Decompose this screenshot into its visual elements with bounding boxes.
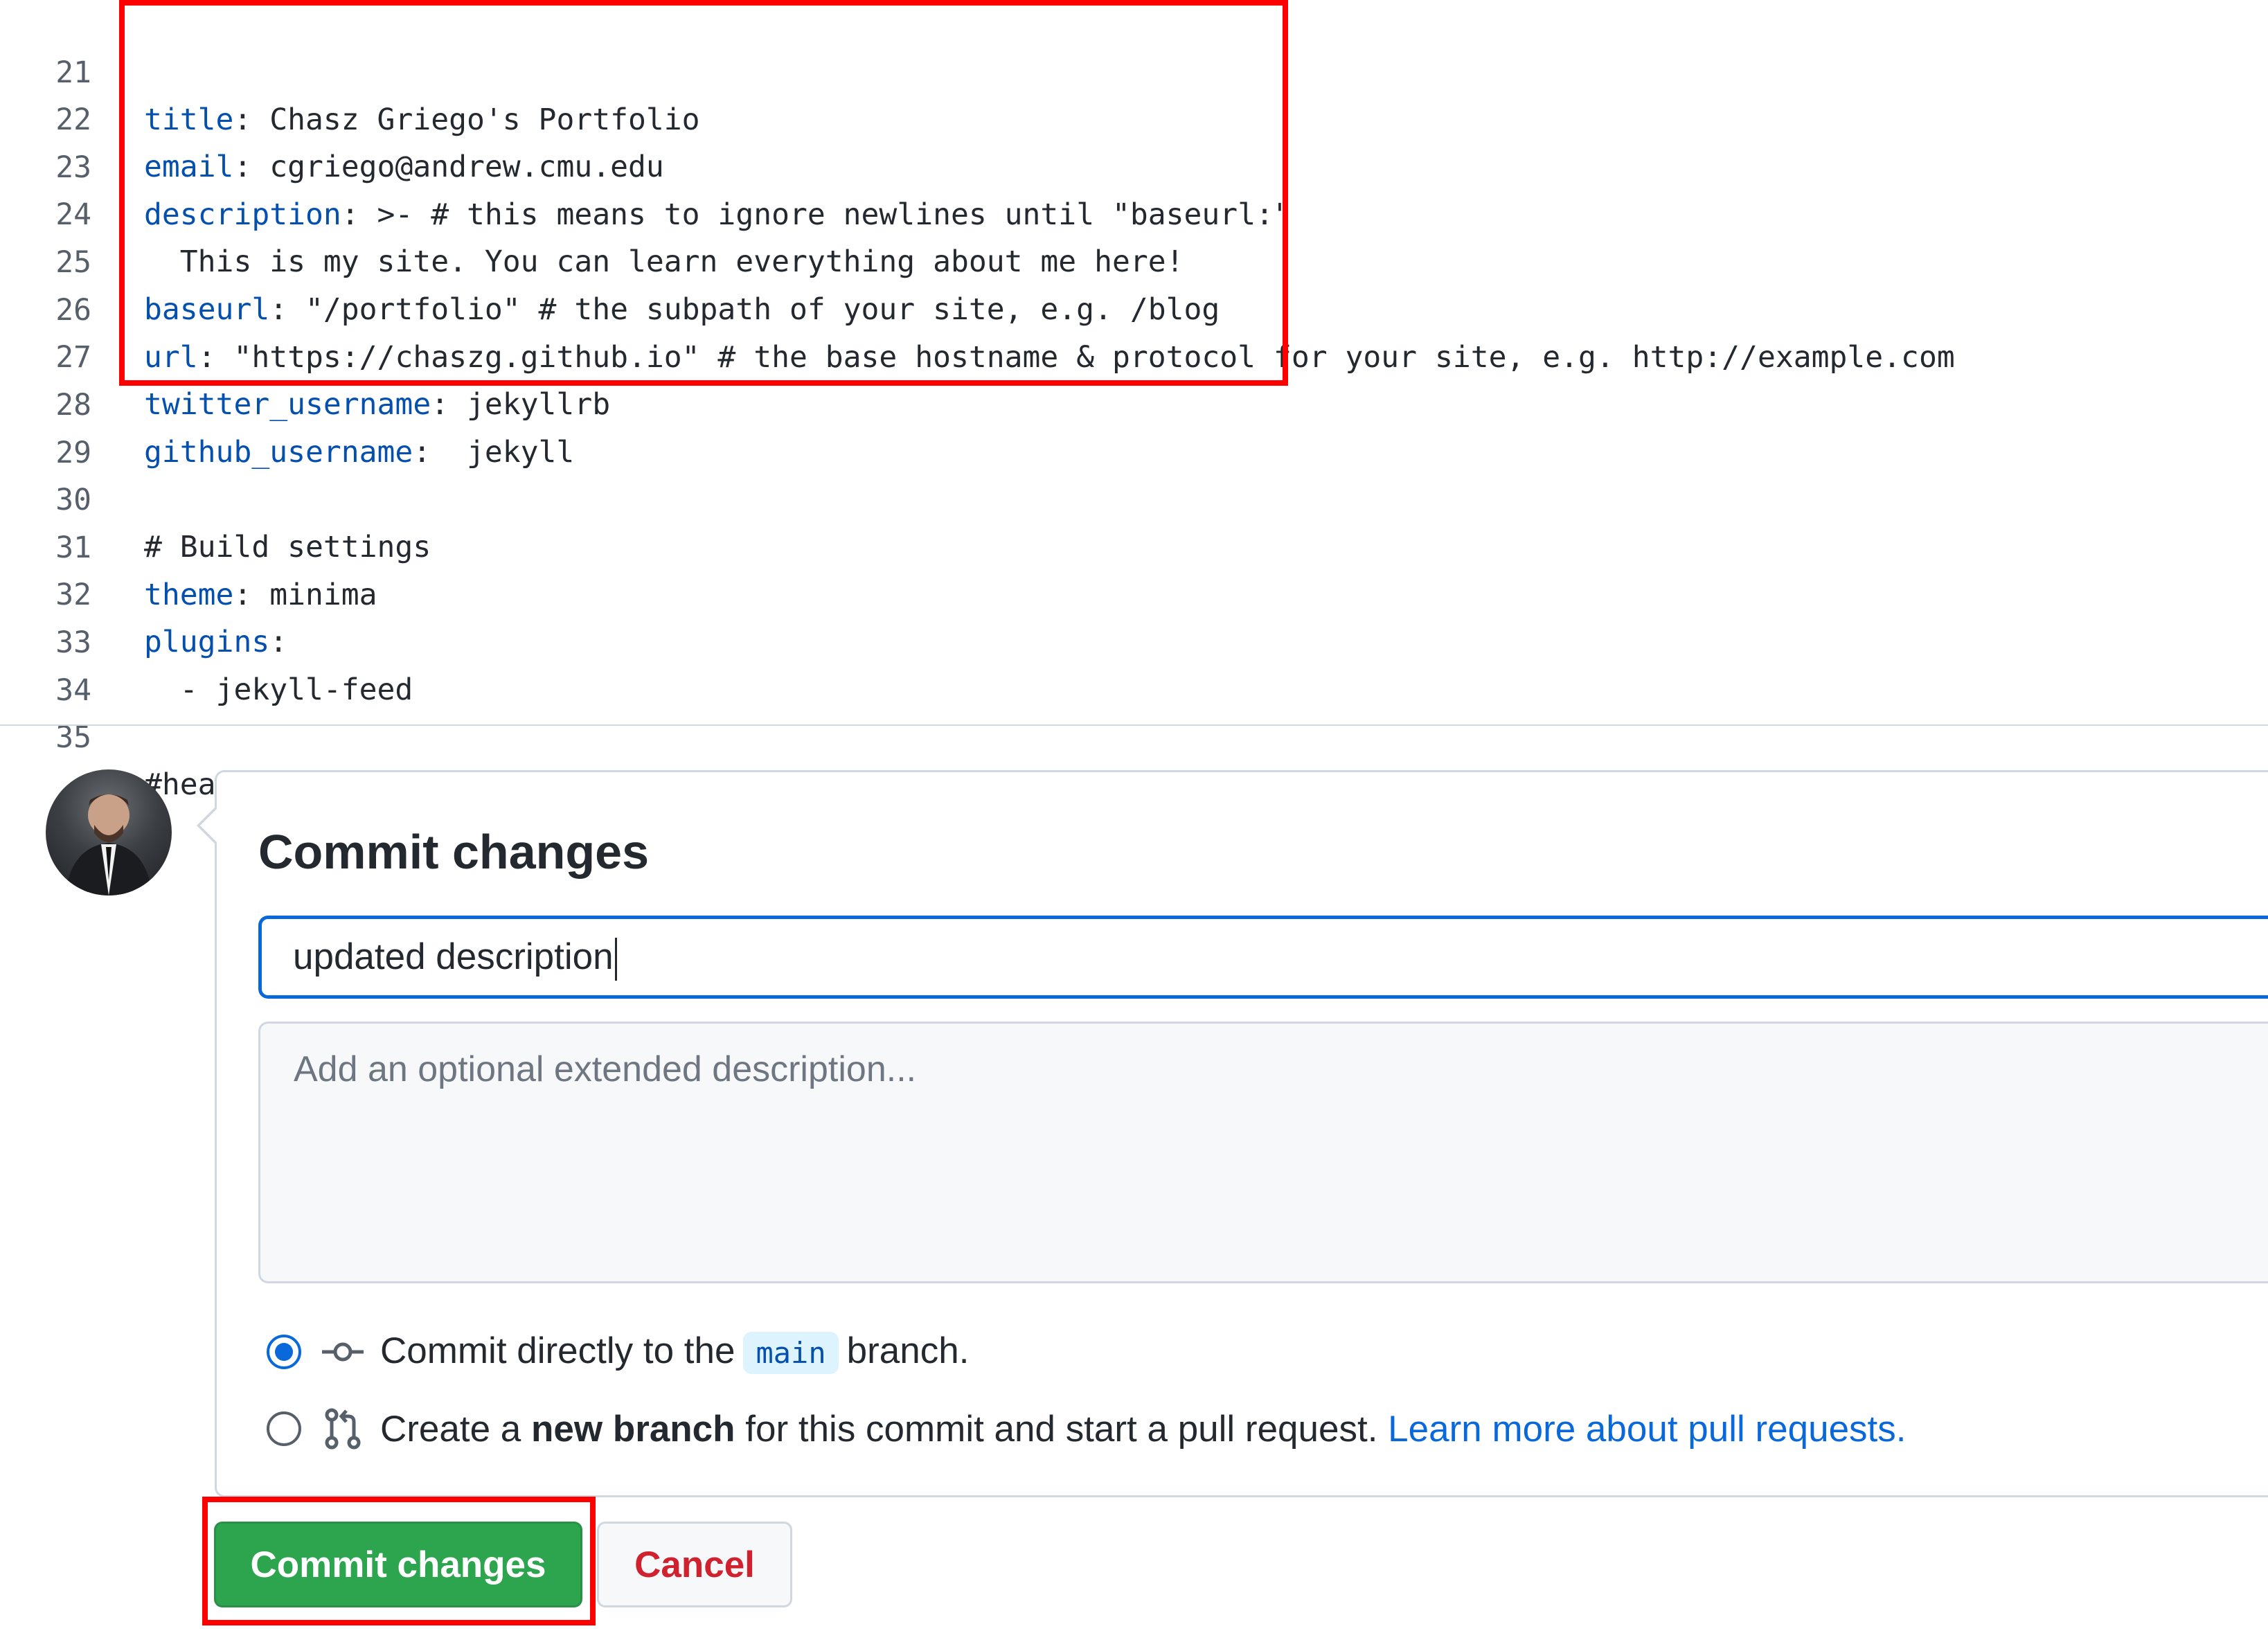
code-line: 27 twitter_username: jekyllrb [0,287,2268,422]
code-line: 35 #header_pages: [0,667,2268,802]
commit-summary-input[interactable]: updated description [258,916,2268,999]
code-viewer-divider [0,724,2268,726]
commit-panel-title: Commit changes [258,825,649,879]
user-avatar [46,769,172,895]
code-line: 25 baseurl: "/portfolio" # the subpath o… [0,192,2268,327]
commit-changes-button[interactable]: Commit changes [214,1522,582,1607]
cancel-button[interactable]: Cancel [597,1522,792,1607]
new-branch-option[interactable]: Create a new branch for this commit and … [267,1401,1907,1456]
commit-direct-option[interactable]: Commit directly to the main branch. [267,1324,969,1380]
code-line: 24 This is my site. You can learn everyt… [0,144,2268,279]
panel-pointer-inner [200,809,217,842]
new-branch-radio[interactable] [267,1411,301,1446]
code-line: 23 description: >- # this means to ignor… [0,97,2268,232]
code-viewer: 21 title: Chasz Griego's Portfolio 22 em… [0,0,2268,802]
code-line: 28 github_username: jekyll [0,335,2268,470]
branch-name-badge: main [743,1332,839,1375]
avatar-image [65,794,152,895]
git-commit-icon [322,1342,364,1362]
code-line: 32 plugins: [0,524,2268,659]
commit-direct-label: Commit directly to the main branch. [380,1330,969,1375]
commit-summary-value: updated description [293,936,614,977]
code-line: 34 [0,620,2268,708]
text-cursor [614,938,617,981]
learn-more-pull-requests-link[interactable]: Learn more about pull requests. [1388,1409,1906,1450]
new-branch-label: Create a new branch for this commit and … [380,1408,1907,1450]
git-pull-request-icon [325,1408,361,1450]
code-line: 29 [0,382,2268,470]
line-number: 35 [55,720,91,755]
commit-direct-radio[interactable] [267,1335,301,1369]
code-line: 33 - jekyll-feed [0,572,2268,707]
code-line: 21 title: Chasz Griego's Portfolio [0,2,2268,137]
code-line: 26 url: "https://chaszg.github.io" # the… [0,240,2268,375]
code-line: 31 theme: minima [0,477,2268,612]
commit-description-textarea[interactable]: Add an optional extended description... [258,1022,2268,1283]
code-line: 22 email: cgriego@andrew.cmu.edu [0,49,2268,184]
commit-description-placeholder: Add an optional extended description... [294,1049,917,1089]
code-line: 30 # Build settings [0,429,2268,564]
